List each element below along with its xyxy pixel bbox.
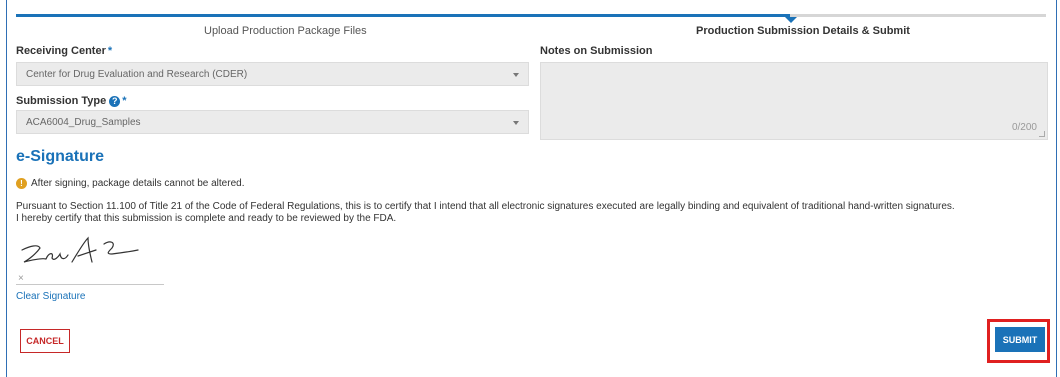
notes-label: Notes on Submission xyxy=(540,45,653,57)
receiving-center-label-text: Receiving Center xyxy=(16,45,106,57)
esignature-heading: e-Signature xyxy=(16,148,105,165)
required-marker: * xyxy=(122,95,127,107)
dropdown-caret-icon xyxy=(513,73,519,77)
help-icon[interactable]: ? xyxy=(109,96,121,107)
submission-type-select[interactable]: ACA6004_Drug_Samples xyxy=(16,110,529,134)
handwritten-signature xyxy=(21,236,139,263)
stepper-progress-complete xyxy=(16,14,790,17)
notes-char-count: 0/200 xyxy=(1011,122,1037,133)
certification-statement: Pursuant to Section 11.100 of Title 21 o… xyxy=(16,201,955,212)
stepper-progress-remaining xyxy=(790,14,1046,17)
frame-border-right xyxy=(1056,0,1057,377)
dropdown-caret-icon xyxy=(513,121,519,125)
clear-signature-link[interactable]: Clear Signature xyxy=(16,291,85,302)
signature-line xyxy=(16,284,164,285)
resize-handle-icon[interactable] xyxy=(1039,131,1045,137)
frame-border-left xyxy=(6,0,7,377)
submission-type-value: ACA6004_Drug_Samples xyxy=(26,117,141,128)
submission-type-label-text: Submission Type xyxy=(16,95,107,107)
submission-type-label: Submission Type? * xyxy=(16,95,127,107)
current-step-marker-icon xyxy=(785,17,797,23)
submit-button[interactable]: SUBMIT xyxy=(995,327,1045,352)
required-marker: * xyxy=(107,45,113,57)
cancel-button[interactable]: CANCEL xyxy=(20,329,70,353)
certification-statement-2: I hereby certify that this submission is… xyxy=(16,213,397,224)
receiving-center-label: Receiving Center * xyxy=(16,45,112,57)
step-submission-details[interactable]: Production Submission Details & Submit xyxy=(696,25,910,37)
step-upload-files[interactable]: Upload Production Package Files xyxy=(204,25,367,37)
receiving-center-select[interactable]: Center for Drug Evaluation and Research … xyxy=(16,62,529,86)
clear-mark-icon: × xyxy=(18,273,24,284)
signature-pad[interactable] xyxy=(16,228,164,284)
esignature-warning: After signing, package details cannot be… xyxy=(31,178,245,189)
receiving-center-value: Center for Drug Evaluation and Research … xyxy=(26,69,248,80)
warning-icon: ! xyxy=(16,178,27,189)
notes-textarea[interactable]: 0/200 xyxy=(540,62,1048,140)
